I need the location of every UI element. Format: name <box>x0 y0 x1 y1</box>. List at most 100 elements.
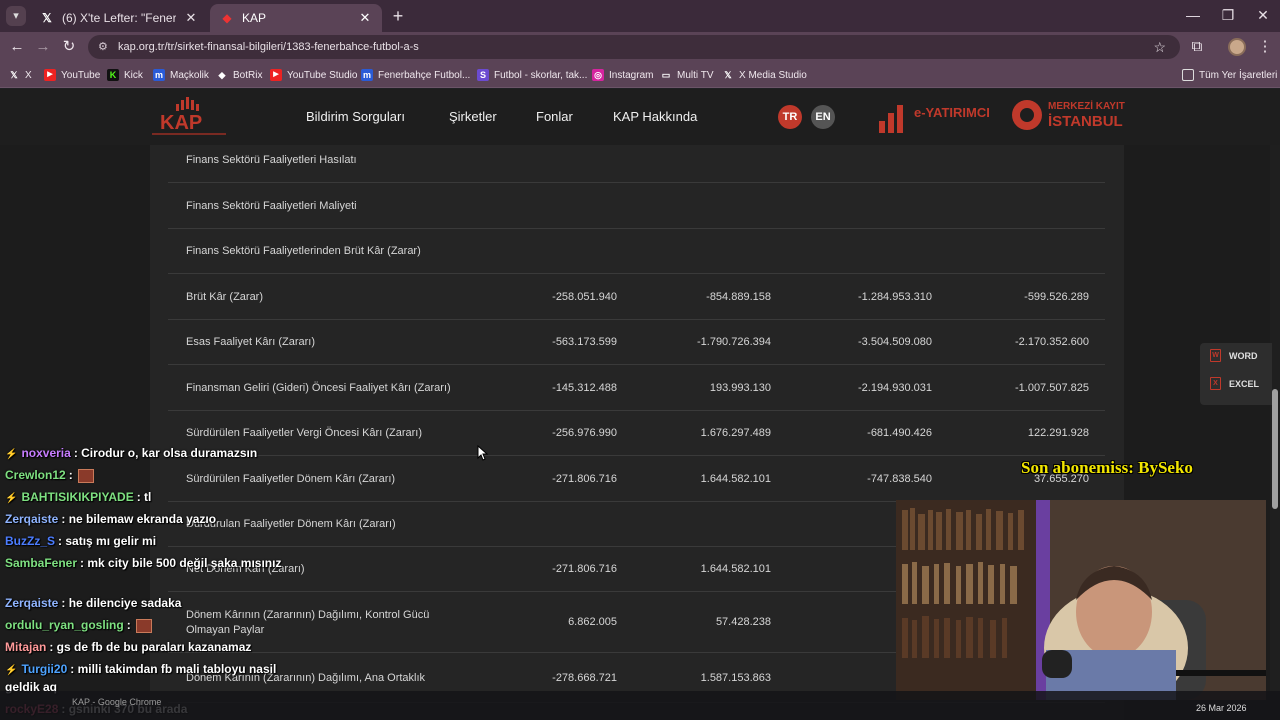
chat-username[interactable]: Zerqaiste <box>5 596 58 610</box>
row-label: Sürdürülen Faaliyetler Vergi Öncesi Kârı… <box>186 427 422 439</box>
row-value: 1.587.153.863 <box>700 671 771 684</box>
tab-search-button[interactable]: ▾ <box>6 6 26 26</box>
row-value: 6.862.005 <box>568 616 617 628</box>
url-text: kap.org.tr/tr/sirket-finansal-bilgileri/… <box>118 41 419 53</box>
chevron-down-icon: ▾ <box>13 10 19 22</box>
kap-logo[interactable]: KAP <box>150 95 228 139</box>
row-label: Finans Sektörü Faaliyetleri Hasılatı <box>186 154 357 166</box>
row-value: -258.051.940 <box>552 290 617 303</box>
row-value: 1.676.297.489 <box>700 427 771 439</box>
bookmark-flashscore[interactable]: S Futbol - skorlar, tak... <box>477 67 587 83</box>
address-bar[interactable]: ⚙ kap.org.tr/tr/sirket-finansal-bilgiler… <box>88 35 1180 59</box>
row-value: -3.504.509.080 <box>857 336 932 348</box>
bookmark-star-icon[interactable]: ☆ <box>1153 35 1166 59</box>
chat-text: : <box>126 618 131 632</box>
chat-text: : satış mı gelir mi <box>58 534 157 548</box>
profile-avatar[interactable] <box>1228 38 1246 56</box>
lang-tr-button[interactable]: TR <box>778 105 802 129</box>
reload-button[interactable]: ↻ <box>58 36 80 58</box>
chat-username[interactable]: SambaFener <box>5 556 77 570</box>
chat-username[interactable]: Mitajan <box>5 640 46 654</box>
extensions-icon[interactable]: ⧉ <box>1186 36 1208 58</box>
mackolik-icon: m <box>361 69 373 81</box>
row-value: -1.790.726.394 <box>696 336 771 348</box>
chat-username[interactable]: BuzZz_S <box>5 534 55 548</box>
chat-message: ⚡ BAHTISIKIKPIYADE: tl <box>5 490 151 504</box>
row-value: -681.490.426 <box>867 427 932 439</box>
row-value: -854.889.158 <box>706 290 771 303</box>
row-value: 57.428.238 <box>715 616 771 628</box>
row-value: -145.312.488 <box>552 381 617 394</box>
restore-button[interactable]: ❐ <box>1211 4 1245 26</box>
site-header: KAP Bildirim Sorguları Şirketler Fonlar … <box>0 89 1280 145</box>
export-word-button[interactable]: W WORD <box>1210 349 1258 362</box>
lang-en-button[interactable]: EN <box>811 105 835 129</box>
row-value: 1.644.582.101 <box>700 563 771 575</box>
bookmark-x-media-studio[interactable]: 𝕏X Media Studio <box>722 67 806 83</box>
bookmark-botrix[interactable]: ◆ BotRix <box>216 67 263 83</box>
e-yatirimci-logo[interactable]: e-YATIRIMCI <box>876 95 992 139</box>
bookmark-youtube[interactable]: ▶ YouTube <box>44 67 100 83</box>
close-window-button[interactable]: ✕ <box>1246 4 1280 26</box>
nav-fonlar[interactable]: Fonlar <box>536 109 573 124</box>
bookmark-x[interactable]: 𝕏X <box>8 67 31 83</box>
close-tab-icon[interactable]: ✕ <box>184 10 198 26</box>
tab-title: KAP <box>242 11 267 25</box>
row-value: -599.526.289 <box>1024 290 1089 303</box>
chat-message: BuzZz_S: satış mı gelir mi <box>5 534 156 548</box>
menu-icon[interactable]: ⋮ <box>1254 36 1276 58</box>
scrollbar-thumb[interactable] <box>1272 389 1278 509</box>
chat-message: Zerqaiste: he dilenciye sadaka <box>5 596 181 610</box>
bookmark-youtube-studio[interactable]: ▶ YouTube Studio <box>270 67 357 83</box>
nav-bildirim-sorgulari[interactable]: Bildirim Sorguları <box>306 109 405 124</box>
chat-message: SambaFener: mk city bile 500 değil şaka … <box>5 556 281 570</box>
chat-username[interactable]: BAHTISIKIKPIYADE <box>21 490 133 504</box>
taskbar <box>0 691 1280 720</box>
merkezi-kayit-istanbul-logo[interactable]: MERKEZİ KAYIT İSTANBUL <box>1010 95 1126 139</box>
flashscore-icon: S <box>477 69 489 81</box>
chat-username[interactable]: ordulu_ryan_gosling <box>5 618 124 632</box>
mackolik-icon: m <box>153 69 165 81</box>
chat-username[interactable]: Turgii20 <box>21 662 67 676</box>
folder-icon <box>1182 69 1194 81</box>
new-tab-button[interactable]: + <box>388 6 408 26</box>
export-excel-button[interactable]: X EXCEL <box>1210 377 1259 390</box>
bookmark-instagram[interactable]: ◎ Instagram <box>592 67 653 83</box>
chart-icon <box>879 105 903 133</box>
chat-username[interactable]: Zerqaiste <box>5 512 58 526</box>
mkk-emblem-icon <box>1012 100 1042 130</box>
mouse-cursor-icon <box>477 445 489 461</box>
stream-chat-overlay: ⚡ noxveria: Cirodur o, kar olsa duramazsı… <box>0 444 320 720</box>
svg-text:KAP: KAP <box>160 112 202 134</box>
row-label: Finans Sektörü Faaliyetleri Maliyeti <box>186 199 357 212</box>
tab-strip: ▾ 𝕏 (6) X'te Lefter: "Fenerbahçe'nin ✕ ◆… <box>0 0 1280 32</box>
bookmark-kick[interactable]: K Kick <box>107 67 143 83</box>
tab-kap[interactable]: ◆ KAP ✕ <box>210 4 382 32</box>
chat-text: : milli takimdan fb mali tabloyu nasil <box>70 662 277 676</box>
back-button[interactable]: ← <box>6 36 28 58</box>
badge-icon: ⚡ <box>5 449 18 460</box>
site-info-icon[interactable]: ⚙ <box>98 35 108 59</box>
taskbar-window-title[interactable]: KAP - Google Chrome <box>72 697 161 707</box>
chat-text: : ne bilemaw ekranda yazıo <box>61 512 217 526</box>
tab-title: (6) X'te Lefter: "Fenerbahçe'nin <box>62 11 176 25</box>
chat-text: : mk city bile 500 değil şaka mısınız <box>80 556 282 570</box>
nav-sirketler[interactable]: Şirketler <box>449 109 497 124</box>
bookmark-fenerbahce[interactable]: m Fenerbahçe Futbol... <box>361 67 470 83</box>
chat-username[interactable]: noxveria <box>21 446 70 460</box>
close-tab-icon[interactable]: ✕ <box>358 10 372 26</box>
all-bookmarks[interactable]: Tüm Yer İşaretleri <box>1182 67 1277 83</box>
bookmark-multitv[interactable]: ▭ Multi TV <box>660 67 714 83</box>
tv-icon: ▭ <box>661 70 671 80</box>
chat-text: : he dilenciye sadaka <box>61 596 182 610</box>
minimize-button[interactable]: — <box>1176 4 1210 26</box>
nav-kap-hakkinda[interactable]: KAP Hakkında <box>613 109 697 124</box>
forward-button[interactable]: → <box>32 36 54 58</box>
tab-x[interactable]: 𝕏 (6) X'te Lefter: "Fenerbahçe'nin ✕ <box>30 4 208 32</box>
chat-username[interactable]: Crewlon12 <box>5 468 66 482</box>
row-value: -278.668.721 <box>552 671 617 684</box>
bookmark-mackolik[interactable]: m Maçkolik <box>153 67 209 83</box>
x-icon: 𝕏 <box>10 70 18 80</box>
row-value: -271.806.716 <box>552 472 617 485</box>
youtube-icon: ▶ <box>270 69 282 81</box>
